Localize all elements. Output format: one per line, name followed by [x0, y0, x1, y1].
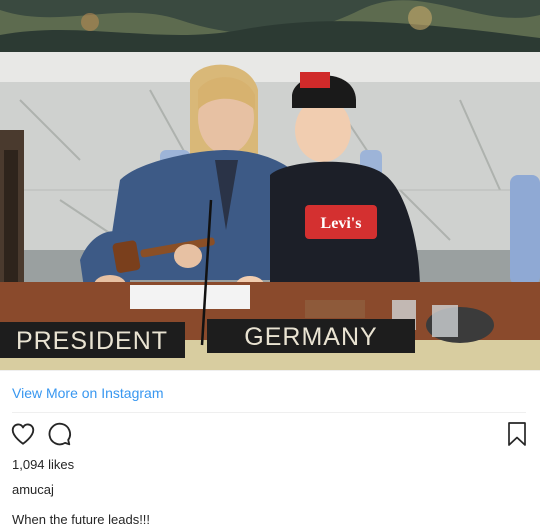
- username[interactable]: amucaj: [12, 482, 54, 497]
- svg-text:Levi's: Levi's: [321, 215, 362, 232]
- post-photo[interactable]: Levi's PRESIDENT GERMANY: [0, 0, 540, 370]
- post-caption: When the future leads!!!: [12, 512, 151, 527]
- placard-germany: GERMANY: [244, 323, 377, 351]
- post-photo-illustration: Levi's PRESIDENT GERMANY: [0, 0, 540, 370]
- likes-count[interactable]: 1,094 likes: [12, 457, 74, 472]
- placard-president: PRESIDENT: [16, 327, 168, 355]
- view-more-link[interactable]: View More on Instagram: [12, 385, 163, 401]
- comment-icon[interactable]: [46, 421, 74, 449]
- action-bar: [0, 420, 540, 452]
- actions-divider: [12, 412, 526, 413]
- heart-icon[interactable]: [10, 421, 38, 449]
- bookmark-icon[interactable]: [505, 421, 533, 449]
- photo-divider: [0, 370, 540, 371]
